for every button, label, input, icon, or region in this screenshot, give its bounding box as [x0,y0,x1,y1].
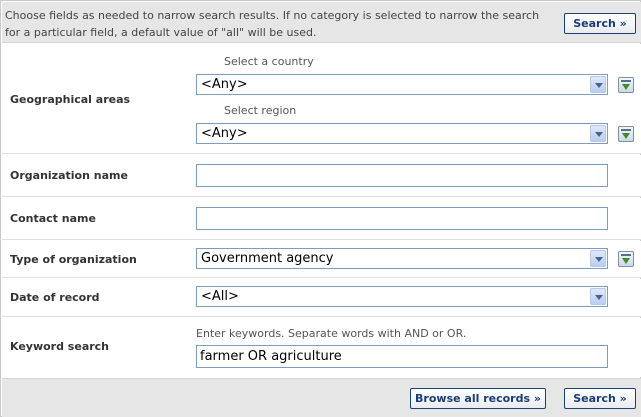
form-footer: Browse all records » Search » [2,378,641,417]
search-button-bottom[interactable]: Search » [564,388,636,409]
organization-name-label: Organization name [10,169,128,182]
row-type-of-organization: Type of organization Government agency [2,241,641,278]
date-of-record-select[interactable]: <All> [196,286,608,307]
keyword-search-label: Keyword search [10,340,110,353]
type-of-organization-label: Type of organization [10,253,137,266]
row-organization-name: Organization name [2,155,641,197]
organization-name-input[interactable] [196,164,608,187]
organization-type-value: Government agency [201,251,334,266]
add-organization-type-icon[interactable] [618,251,634,267]
browse-all-records-button[interactable]: Browse all records » [410,388,546,409]
country-select[interactable]: <Any> [196,74,608,95]
add-region-icon[interactable] [618,126,634,142]
search-button-top[interactable]: Search » [564,13,636,34]
search-form: Choose fields as needed to narrow search… [0,0,641,417]
country-select-label: Select a country [224,55,314,68]
country-select-value: <Any> [201,77,248,92]
row-geographical-areas: Geographical areas Select a country <Any… [2,44,641,154]
row-keyword-search: Keyword search Enter keywords. Separate … [2,318,641,377]
keyword-hint: Enter keywords. Separate words with AND … [196,327,467,340]
add-country-icon[interactable] [618,77,634,93]
chevron-down-icon[interactable] [590,288,606,305]
organization-type-select[interactable]: Government agency [196,248,608,269]
region-select-label: Select region [224,104,297,117]
region-select[interactable]: <Any> [196,123,608,144]
form-header: Choose fields as needed to narrow search… [2,2,641,43]
row-date-of-record: Date of record <All> [2,279,641,317]
date-of-record-label: Date of record [10,291,100,304]
date-of-record-value: <All> [201,289,239,304]
region-select-value: <Any> [201,126,248,141]
row-contact-name: Contact name [2,198,641,240]
geographical-areas-label: Geographical areas [10,93,131,106]
contact-name-input[interactable] [196,207,608,230]
chevron-down-icon[interactable] [590,125,606,142]
contact-name-label: Contact name [10,212,96,225]
instructions-text: Choose fields as needed to narrow search… [5,9,540,39]
chevron-down-icon[interactable] [590,76,606,93]
keyword-search-input[interactable] [196,345,608,368]
chevron-down-icon[interactable] [590,250,606,267]
